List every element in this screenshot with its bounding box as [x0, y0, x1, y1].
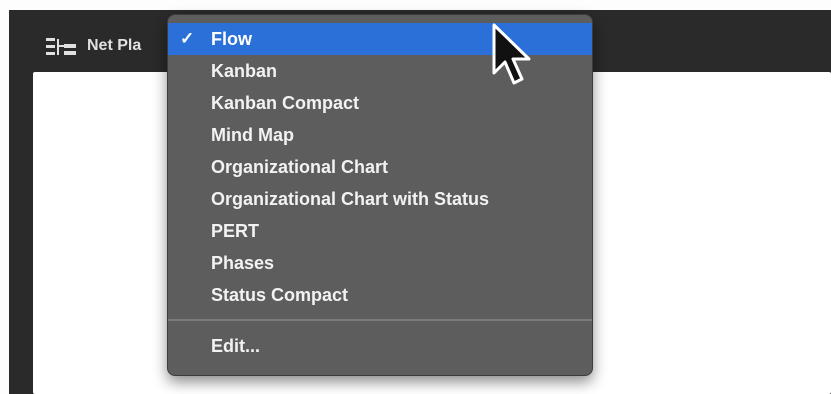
menu-item-phases[interactable]: Phases — [168, 247, 592, 279]
mouse-pointer-icon — [492, 23, 531, 85]
menu-item-label: Status Compact — [211, 285, 349, 305]
menu-item-organizational-chart[interactable]: Organizational Chart — [168, 151, 592, 183]
menu-item-label: Kanban Compact — [211, 93, 360, 113]
checkmark-icon: ✓ — [180, 29, 195, 48]
menu-separator — [168, 319, 592, 321]
menu-item-label: PERT — [211, 221, 260, 241]
menu-item-mind-map[interactable]: Mind Map — [168, 119, 592, 151]
menu-item-label: Mind Map — [211, 125, 294, 145]
net-plan-icon[interactable] — [45, 36, 79, 58]
menu-item-organizational-chart-with-status[interactable]: Organizational Chart with Status — [168, 183, 592, 215]
menu-item-label: Flow — [211, 29, 252, 49]
menu-item-label: Organizational Chart with Status — [211, 189, 490, 209]
menu-item-pert[interactable]: PERT — [168, 215, 592, 247]
menu-item-label: Organizational Chart — [211, 157, 389, 177]
view-title[interactable]: Net Pla — [87, 37, 141, 55]
menu-item-label: Phases — [211, 253, 275, 273]
menu-item-label: Edit... — [211, 336, 260, 356]
menu-item-edit[interactable]: Edit... — [168, 330, 592, 362]
menu-item-label: Kanban — [211, 61, 278, 81]
menu-item-status-compact[interactable]: Status Compact — [168, 279, 592, 311]
